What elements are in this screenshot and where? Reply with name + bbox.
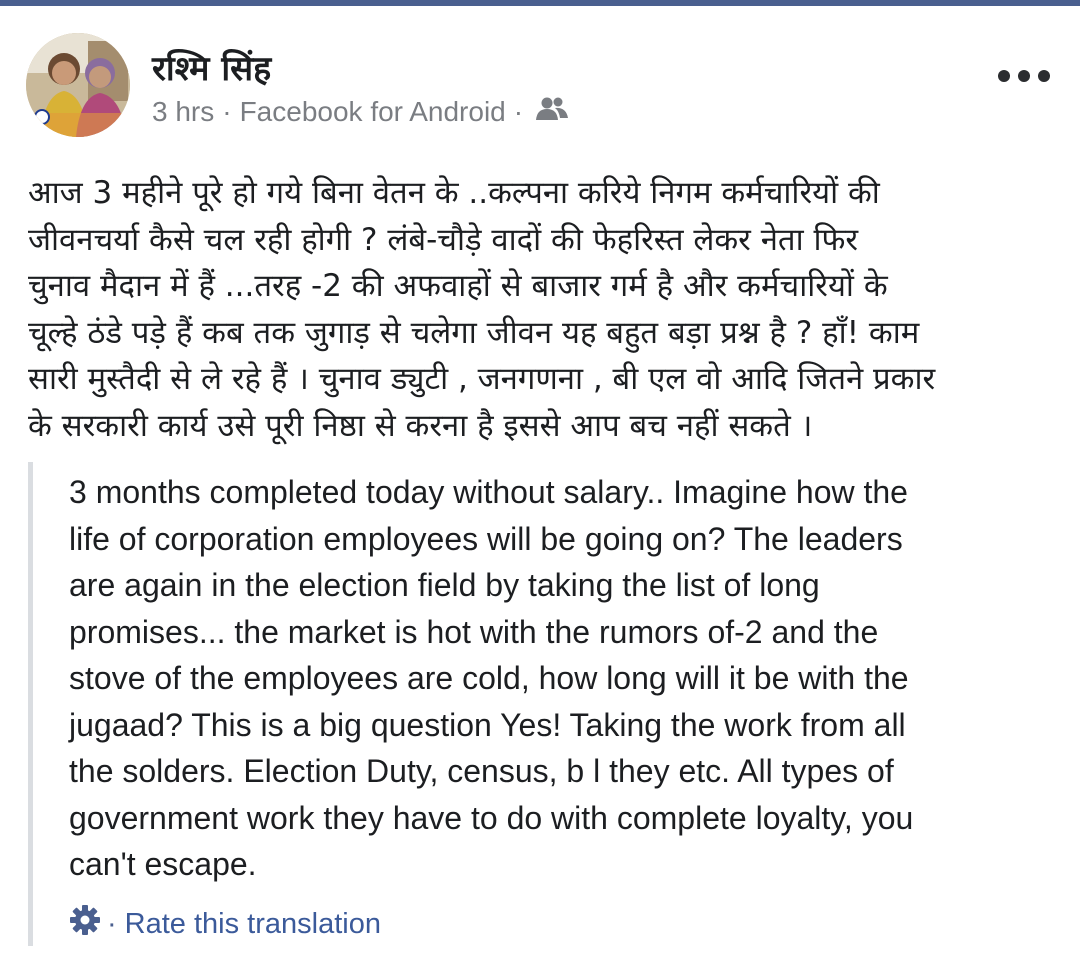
post-header: रश्मि सिंह 3 hrs · Facebook for Android … [0, 0, 1080, 150]
more-dot [1018, 70, 1030, 82]
translation-line: stove of the employees are cold, how lon… [69, 660, 909, 696]
rate-translation-link[interactable]: Rate this translation [125, 908, 381, 941]
meta-separator-2: · [513, 95, 524, 127]
rate-translation-row: · Rate this translation [69, 904, 381, 944]
post-time[interactable]: 3 hrs [152, 96, 214, 128]
translation-line: jugaad? This is a big question Yes! Taki… [69, 706, 906, 743]
meta-separator: · [222, 95, 232, 127]
translation-line: can't escape. [69, 846, 257, 882]
translation-line: are again in the election field by takin… [69, 567, 820, 603]
translation-line: promises... the market is hot with the r… [69, 613, 879, 650]
post-text-line: सारी मुस्तैदी से ले रहे हैं । चुनाव ड्यु… [28, 361, 936, 397]
post-text: आज 3 महीने पूरे हो गये बिना वेतन के ..कल… [28, 170, 1058, 449]
more-options-icon[interactable] [998, 64, 1050, 88]
post-meta: 3 hrs · Facebook for Android · [152, 94, 569, 129]
post-text-line: चूल्हे ठंडे पड़े हैं कब तक जुगाड़ से चले… [28, 314, 920, 351]
gear-icon[interactable] [69, 904, 101, 944]
post-source: Facebook for Android [239, 95, 506, 127]
translation-text: 3 months completed today without salary.… [69, 469, 1059, 888]
translation-line: government work they have to do with com… [69, 799, 914, 836]
translation-line: 3 months completed today without salary.… [69, 474, 908, 510]
post-text-line: जीवनचर्या कैसे चल रही होगी ? लंबे-चौड़े … [28, 221, 859, 258]
rate-separator: · [107, 907, 117, 940]
more-dot [1038, 70, 1050, 82]
friends-icon [535, 96, 569, 129]
translation-line: the solders. Election Duty, census, b l … [69, 753, 894, 789]
avatar-photo [26, 33, 130, 137]
translation-line: life of corporation employees will be go… [69, 520, 903, 557]
author-name[interactable]: रश्मि सिंह [152, 44, 271, 90]
avatar[interactable] [26, 33, 130, 137]
post-text-line: चुनाव मैदान में हैं ...तरह -2 की अफवाहों… [28, 268, 888, 304]
post-text-line: आज 3 महीने पूरे हो गये बिना वेतन के ..कल… [28, 175, 880, 211]
more-dot [998, 70, 1010, 82]
post-text-line: के सरकारी कार्य उसे पूरी निष्ठा से करना … [28, 407, 813, 444]
translation-block: 3 months completed today without salary.… [28, 462, 1063, 946]
